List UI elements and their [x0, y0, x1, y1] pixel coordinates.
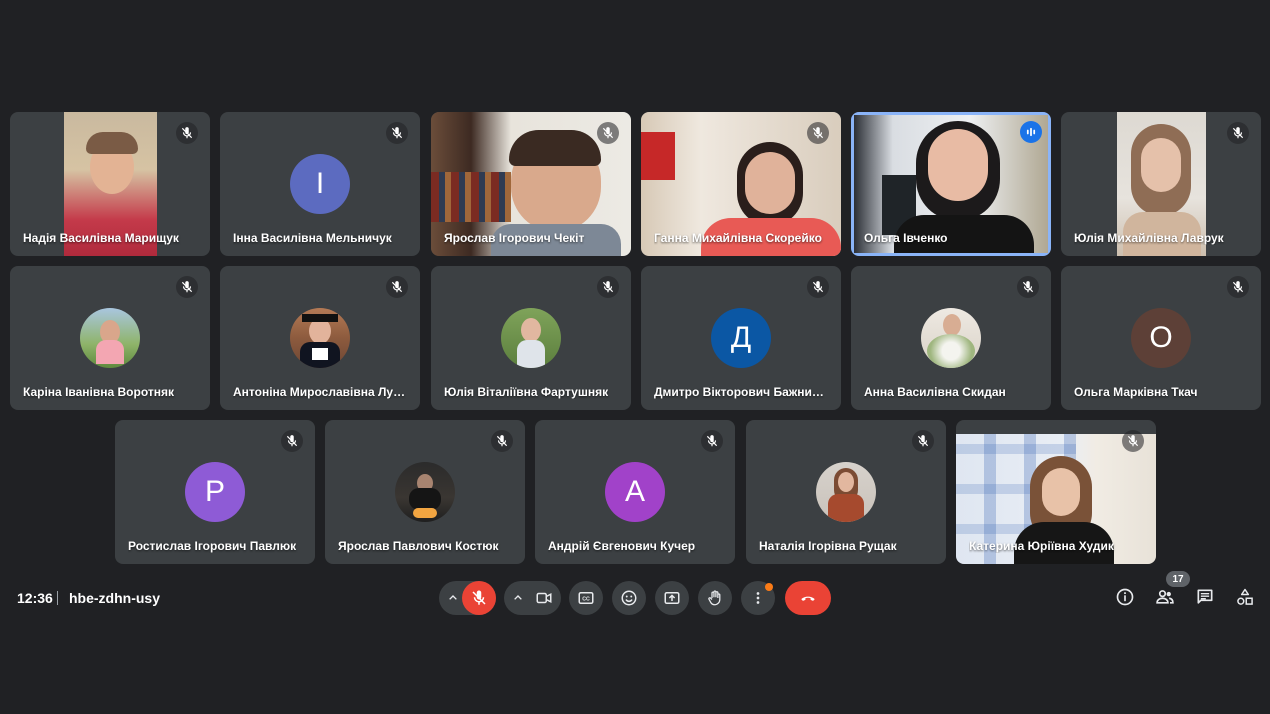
- more-options-button[interactable]: [741, 581, 775, 615]
- participant-avatar: [290, 308, 350, 368]
- people-icon: [1156, 590, 1174, 604]
- participant-name: Юлія Михайлівна Лаврук: [1074, 231, 1224, 245]
- participant-name: Ростислав Ігорович Павлюк: [128, 539, 297, 553]
- mic-off-button[interactable]: [462, 581, 496, 615]
- chat-icon: [1197, 589, 1213, 604]
- svg-text:CC: CC: [582, 597, 590, 603]
- participant-tile[interactable]: Р Ростислав Ігорович Павлюк: [115, 420, 315, 564]
- participant-tile[interactable]: Анна Василівна Скидан: [851, 266, 1051, 410]
- notification-dot: [765, 583, 773, 591]
- camera-button[interactable]: [527, 581, 561, 615]
- raise-hand-button[interactable]: [698, 581, 732, 615]
- participant-tile-speaking[interactable]: Ольга Івченко: [851, 112, 1051, 256]
- participant-avatar: [395, 462, 455, 522]
- meeting-details-button[interactable]: [1114, 586, 1136, 608]
- end-call-icon: [801, 596, 815, 601]
- participant-name: Каріна Іванівна Воротняк: [23, 385, 174, 399]
- participant-tile[interactable]: Каріна Іванівна Воротняк: [10, 266, 210, 410]
- activities-button[interactable]: [1234, 586, 1256, 608]
- mic-off-icon: [807, 276, 829, 298]
- participant-name: Анна Василівна Скидан: [864, 385, 1006, 399]
- mic-off-icon: [176, 122, 198, 144]
- mic-off-icon: [176, 276, 198, 298]
- chevron-up-icon[interactable]: [510, 590, 526, 606]
- captions-icon: CC: [578, 592, 594, 604]
- participant-tile[interactable]: Антоніна Мирославівна Лук...: [220, 266, 420, 410]
- participant-tile[interactable]: Катерина Юріївна Худик: [956, 420, 1156, 564]
- leave-call-button[interactable]: [785, 581, 831, 615]
- mic-off-icon: [472, 590, 486, 605]
- mic-off-icon: [912, 430, 934, 452]
- meeting-code: hbe-zdhn-usy: [69, 590, 160, 606]
- participant-tile[interactable]: Юлія Михайлівна Лаврук: [1061, 112, 1261, 256]
- activities-icon: [1237, 588, 1253, 605]
- participant-tile[interactable]: Юлія Віталіївна Фартушняк: [431, 266, 631, 410]
- participant-name: Ольга Івченко: [864, 231, 948, 245]
- participant-tile[interactable]: Ярослав Павлович Костюк: [325, 420, 525, 564]
- participant-tile[interactable]: І Інна Василівна Мельничук: [220, 112, 420, 256]
- mic-off-icon: [386, 122, 408, 144]
- mic-off-icon: [807, 122, 829, 144]
- participant-name: Наталія Ігорівна Рущак: [759, 539, 897, 553]
- participant-tile[interactable]: Надія Василівна Марищук: [10, 112, 210, 256]
- chevron-up-icon[interactable]: [445, 590, 461, 606]
- participant-tile[interactable]: Наталія Ігорівна Рущак: [746, 420, 946, 564]
- reactions-button[interactable]: [612, 581, 646, 615]
- participant-name: Ольга Марківна Ткач: [1074, 385, 1198, 399]
- mic-off-icon: [1017, 276, 1039, 298]
- participant-name: Катерина Юріївна Худик: [969, 539, 1114, 553]
- participant-tile[interactable]: А Андрій Євгенович Кучер: [535, 420, 735, 564]
- participant-tile[interactable]: Д Дмитро Вікторович Бажниць...: [641, 266, 841, 410]
- participant-count-badge: 17: [1166, 571, 1190, 587]
- camera-icon: [536, 592, 552, 604]
- mic-off-icon: [597, 276, 619, 298]
- mic-off-icon: [491, 430, 513, 452]
- meeting-clock: 12:36: [17, 590, 53, 606]
- participant-avatar: [921, 308, 981, 368]
- participant-avatar: Р: [185, 462, 245, 522]
- present-icon: [664, 592, 680, 604]
- participant-avatar: О: [1131, 308, 1191, 368]
- mic-off-icon: [1227, 276, 1249, 298]
- participant-name: Юлія Віталіївна Фартушняк: [444, 385, 609, 399]
- participant-avatar: А: [605, 462, 665, 522]
- chat-button[interactable]: [1194, 586, 1216, 608]
- mic-off-icon: [281, 430, 303, 452]
- mic-control[interactable]: [439, 581, 496, 615]
- captions-button[interactable]: CC: [569, 581, 603, 615]
- participant-name: Ярослав Павлович Костюк: [338, 539, 499, 553]
- participant-avatar: [816, 462, 876, 522]
- hand-icon: [708, 590, 721, 606]
- participant-avatar: [501, 308, 561, 368]
- speaking-indicator-icon: [1020, 121, 1042, 143]
- mic-off-icon: [386, 276, 408, 298]
- participant-avatar: [80, 308, 140, 368]
- mic-off-icon: [701, 430, 723, 452]
- more-vert-icon: [756, 592, 760, 604]
- participant-name: Ярослав Ігорович Чекіт: [444, 231, 585, 245]
- divider: [57, 591, 58, 605]
- bottom-bar: 12:36 hbe-zdhn-usy CC: [0, 575, 1270, 620]
- participant-tile[interactable]: Ганна Михайлівна Скорейко: [641, 112, 841, 256]
- participant-tile[interactable]: О Ольга Марківна Ткач: [1061, 266, 1261, 410]
- camera-control[interactable]: [504, 581, 561, 615]
- info-icon: [1116, 588, 1134, 606]
- participant-avatar: Д: [711, 308, 771, 368]
- mic-off-icon: [597, 122, 619, 144]
- participant-tile[interactable]: Ярослав Ігорович Чекіт: [431, 112, 631, 256]
- participant-name: Андрій Євгенович Кучер: [548, 539, 696, 553]
- emoji-icon: [621, 590, 637, 606]
- participant-name: Надія Василівна Марищук: [23, 231, 179, 245]
- mic-off-icon: [1227, 122, 1249, 144]
- participant-name: Антоніна Мирославівна Лук...: [233, 385, 408, 399]
- mic-off-icon: [1122, 430, 1144, 452]
- participant-name: Дмитро Вікторович Бажниць...: [654, 385, 829, 399]
- participant-name: Ганна Михайлівна Скорейко: [654, 231, 822, 245]
- present-button[interactable]: [655, 581, 689, 615]
- participant-avatar: І: [290, 154, 350, 214]
- people-button[interactable]: [1154, 586, 1176, 608]
- participant-name: Інна Василівна Мельничук: [233, 231, 392, 245]
